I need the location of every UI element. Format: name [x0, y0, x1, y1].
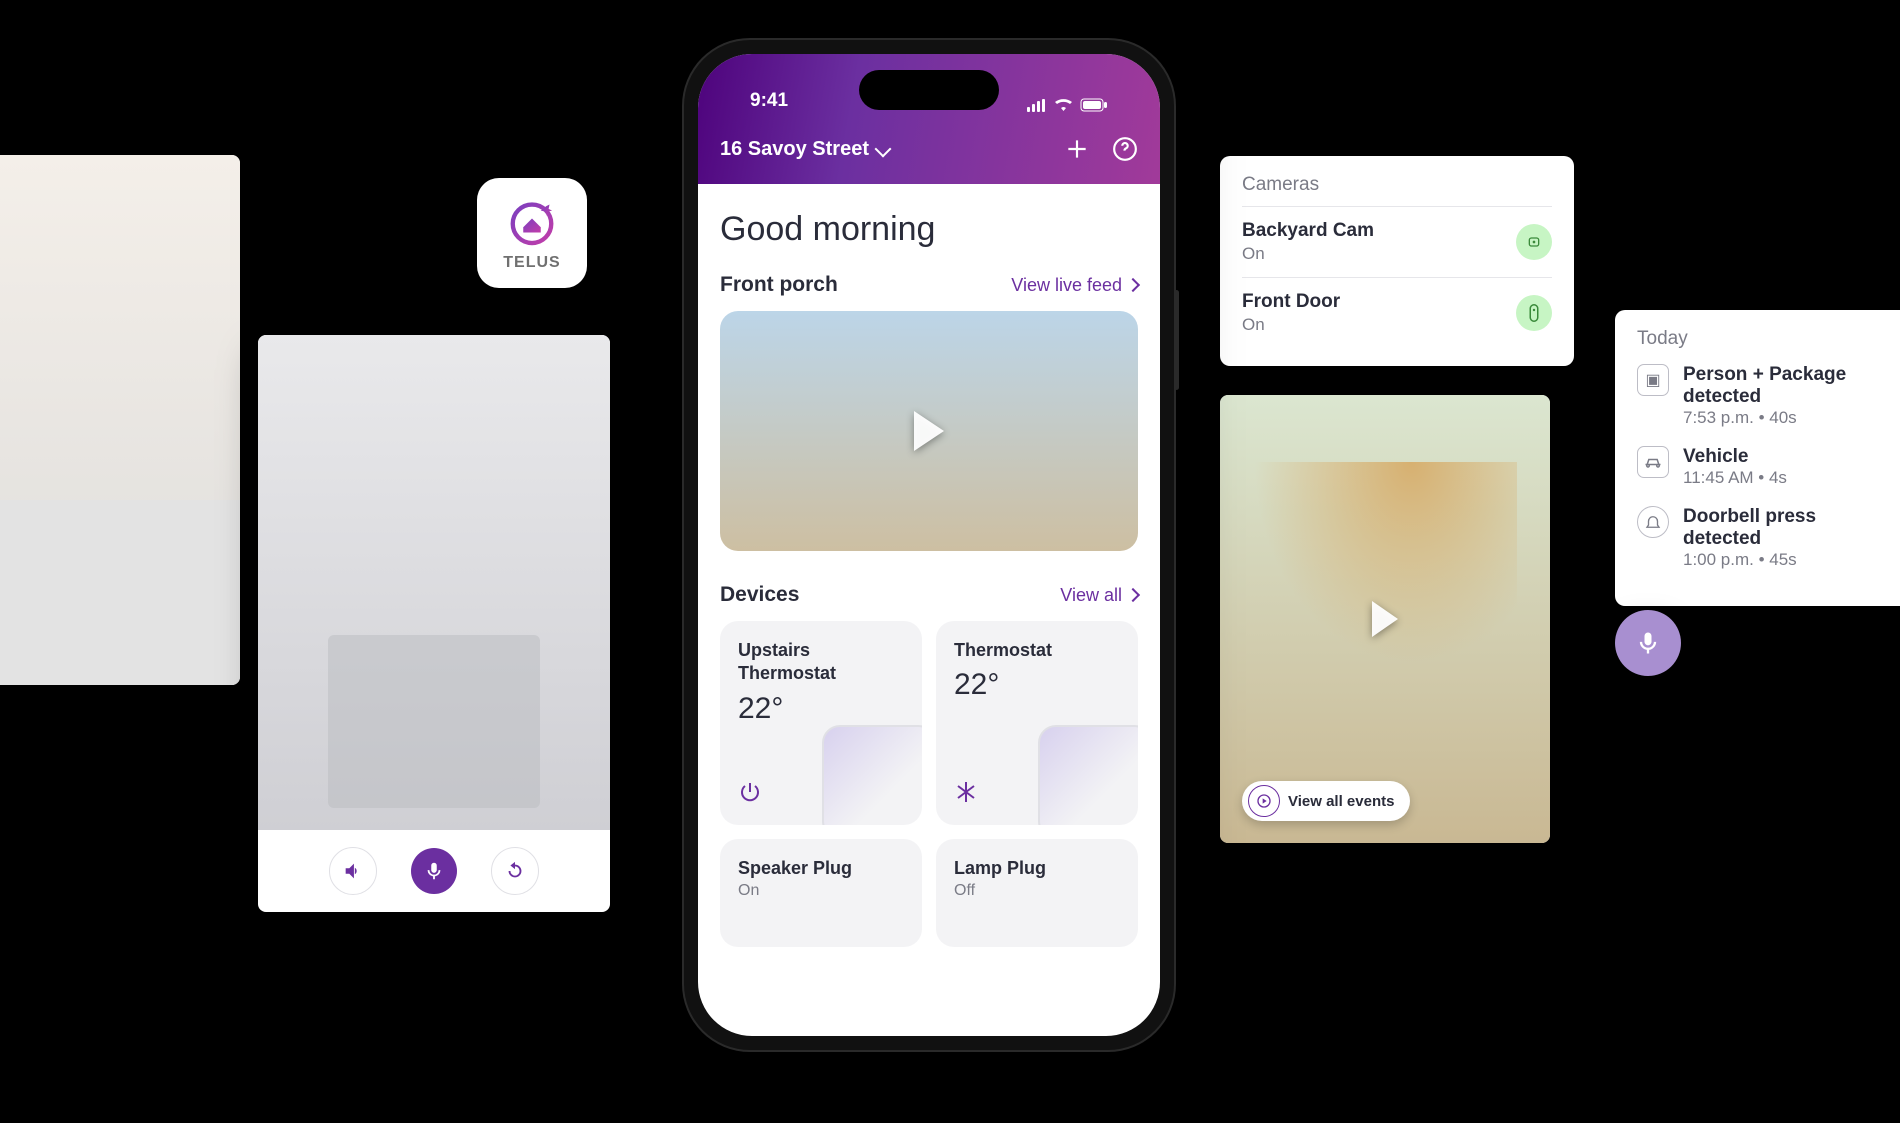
snowflake-icon	[954, 780, 978, 809]
camera-icon	[1526, 234, 1542, 250]
camera-name: Backyard Cam	[1242, 220, 1374, 242]
camera-state: On	[1242, 244, 1374, 264]
event-title: Person + Package detected	[1683, 364, 1897, 408]
devices-section-title: Devices	[720, 583, 799, 607]
replay-button[interactable]	[491, 847, 539, 895]
doorbell-icon	[1529, 304, 1539, 322]
power-icon	[738, 780, 762, 809]
cameras-panel-title: Cameras	[1242, 174, 1552, 196]
event-subtitle: 11:45 AM • 4s	[1683, 468, 1787, 488]
front-porch-title: Front porch	[720, 273, 838, 297]
device-name: Upstairs Thermostat	[738, 639, 904, 686]
camera-name: Front Door	[1242, 291, 1340, 313]
bell-icon	[1637, 506, 1669, 538]
replay-icon	[504, 860, 526, 882]
view-all-devices-link[interactable]: View all	[1060, 585, 1138, 606]
app-content: Good morning Front porch View live feed …	[698, 184, 1160, 969]
device-name: Speaker Plug	[738, 857, 904, 880]
device-value: 22°	[738, 692, 904, 726]
clip-icon: ▣	[1637, 364, 1669, 396]
device-state: Off	[954, 882, 1120, 900]
telus-app-tile: TELUS	[477, 178, 587, 288]
device-value: 22°	[954, 668, 1120, 702]
events-panel: Today ▣ Person + Package detected 7:53 p…	[1615, 310, 1900, 606]
play-icon	[914, 411, 944, 451]
battery-icon	[1080, 98, 1108, 112]
device-name: Lamp Plug	[954, 857, 1120, 880]
chip-label: View all events	[1288, 793, 1394, 810]
address-label: 16 Savoy Street	[720, 138, 869, 161]
event-row[interactable]: Doorbell press detected 1:00 p.m. • 45s	[1637, 506, 1897, 570]
chevron-right-icon	[1126, 588, 1140, 602]
backyard-camera-card[interactable]: View all events	[1220, 395, 1550, 843]
events-panel-title: Today	[1637, 328, 1897, 350]
talk-button[interactable]	[411, 848, 457, 894]
dynamic-island	[859, 70, 999, 110]
play-icon	[1372, 601, 1398, 637]
add-button[interactable]	[1064, 136, 1090, 162]
microphone-icon	[1634, 629, 1662, 657]
indoor-camera-feed[interactable]	[258, 335, 610, 830]
speaker-icon	[342, 860, 364, 882]
front-porch-feed[interactable]	[720, 311, 1138, 551]
telus-house-icon	[504, 194, 560, 250]
greeting-title: Good morning	[720, 210, 1138, 249]
device-tile-speaker-plug[interactable]: Speaker Plug On	[720, 839, 922, 947]
status-time: 9:41	[750, 90, 788, 112]
device-tile-thermostat-upstairs[interactable]: Upstairs Thermostat 22°	[720, 621, 922, 825]
indoor-camera-card	[258, 335, 610, 912]
voice-fab[interactable]	[1615, 610, 1681, 676]
event-title: Doorbell press detected	[1683, 506, 1897, 550]
device-tile-lamp-plug[interactable]: Lamp Plug Off	[936, 839, 1138, 947]
wifi-icon	[1054, 98, 1073, 112]
telus-brand-label: TELUS	[503, 254, 560, 272]
address-selector[interactable]: 16 Savoy Street	[720, 138, 889, 161]
view-live-feed-link[interactable]: View live feed	[1011, 275, 1138, 296]
car-icon	[1637, 446, 1669, 478]
speaker-button[interactable]	[329, 847, 377, 895]
event-row[interactable]: ▣ Person + Package detected 7:53 p.m. • …	[1637, 364, 1897, 428]
event-subtitle: 7:53 p.m. • 40s	[1683, 408, 1897, 428]
lifestyle-photo-kids	[0, 155, 240, 685]
chevron-down-icon	[874, 141, 891, 158]
camera-row[interactable]: Backyard Cam On	[1242, 206, 1552, 277]
camera-row[interactable]: Front Door On	[1242, 277, 1552, 348]
clip-play-icon	[1248, 785, 1280, 817]
help-button[interactable]	[1112, 136, 1138, 162]
camera-status-badge	[1516, 224, 1552, 260]
view-all-events-chip[interactable]: View all events	[1242, 781, 1410, 821]
event-title: Vehicle	[1683, 446, 1787, 468]
device-tile-thermostat[interactable]: Thermostat 22°	[936, 621, 1138, 825]
device-state: On	[738, 882, 904, 900]
cellular-icon	[1027, 99, 1047, 112]
chevron-right-icon	[1126, 278, 1140, 292]
cameras-panel: Cameras Backyard Cam On Front Door On	[1220, 156, 1574, 366]
camera-state: On	[1242, 315, 1340, 335]
camera-status-badge	[1516, 295, 1552, 331]
microphone-icon	[423, 860, 445, 882]
device-name: Thermostat	[954, 639, 1120, 662]
event-subtitle: 1:00 p.m. • 45s	[1683, 550, 1897, 570]
phone-frame: 9:41 16 Savoy Street Good mornin	[684, 40, 1174, 1050]
event-row[interactable]: Vehicle 11:45 AM • 4s	[1637, 446, 1897, 488]
